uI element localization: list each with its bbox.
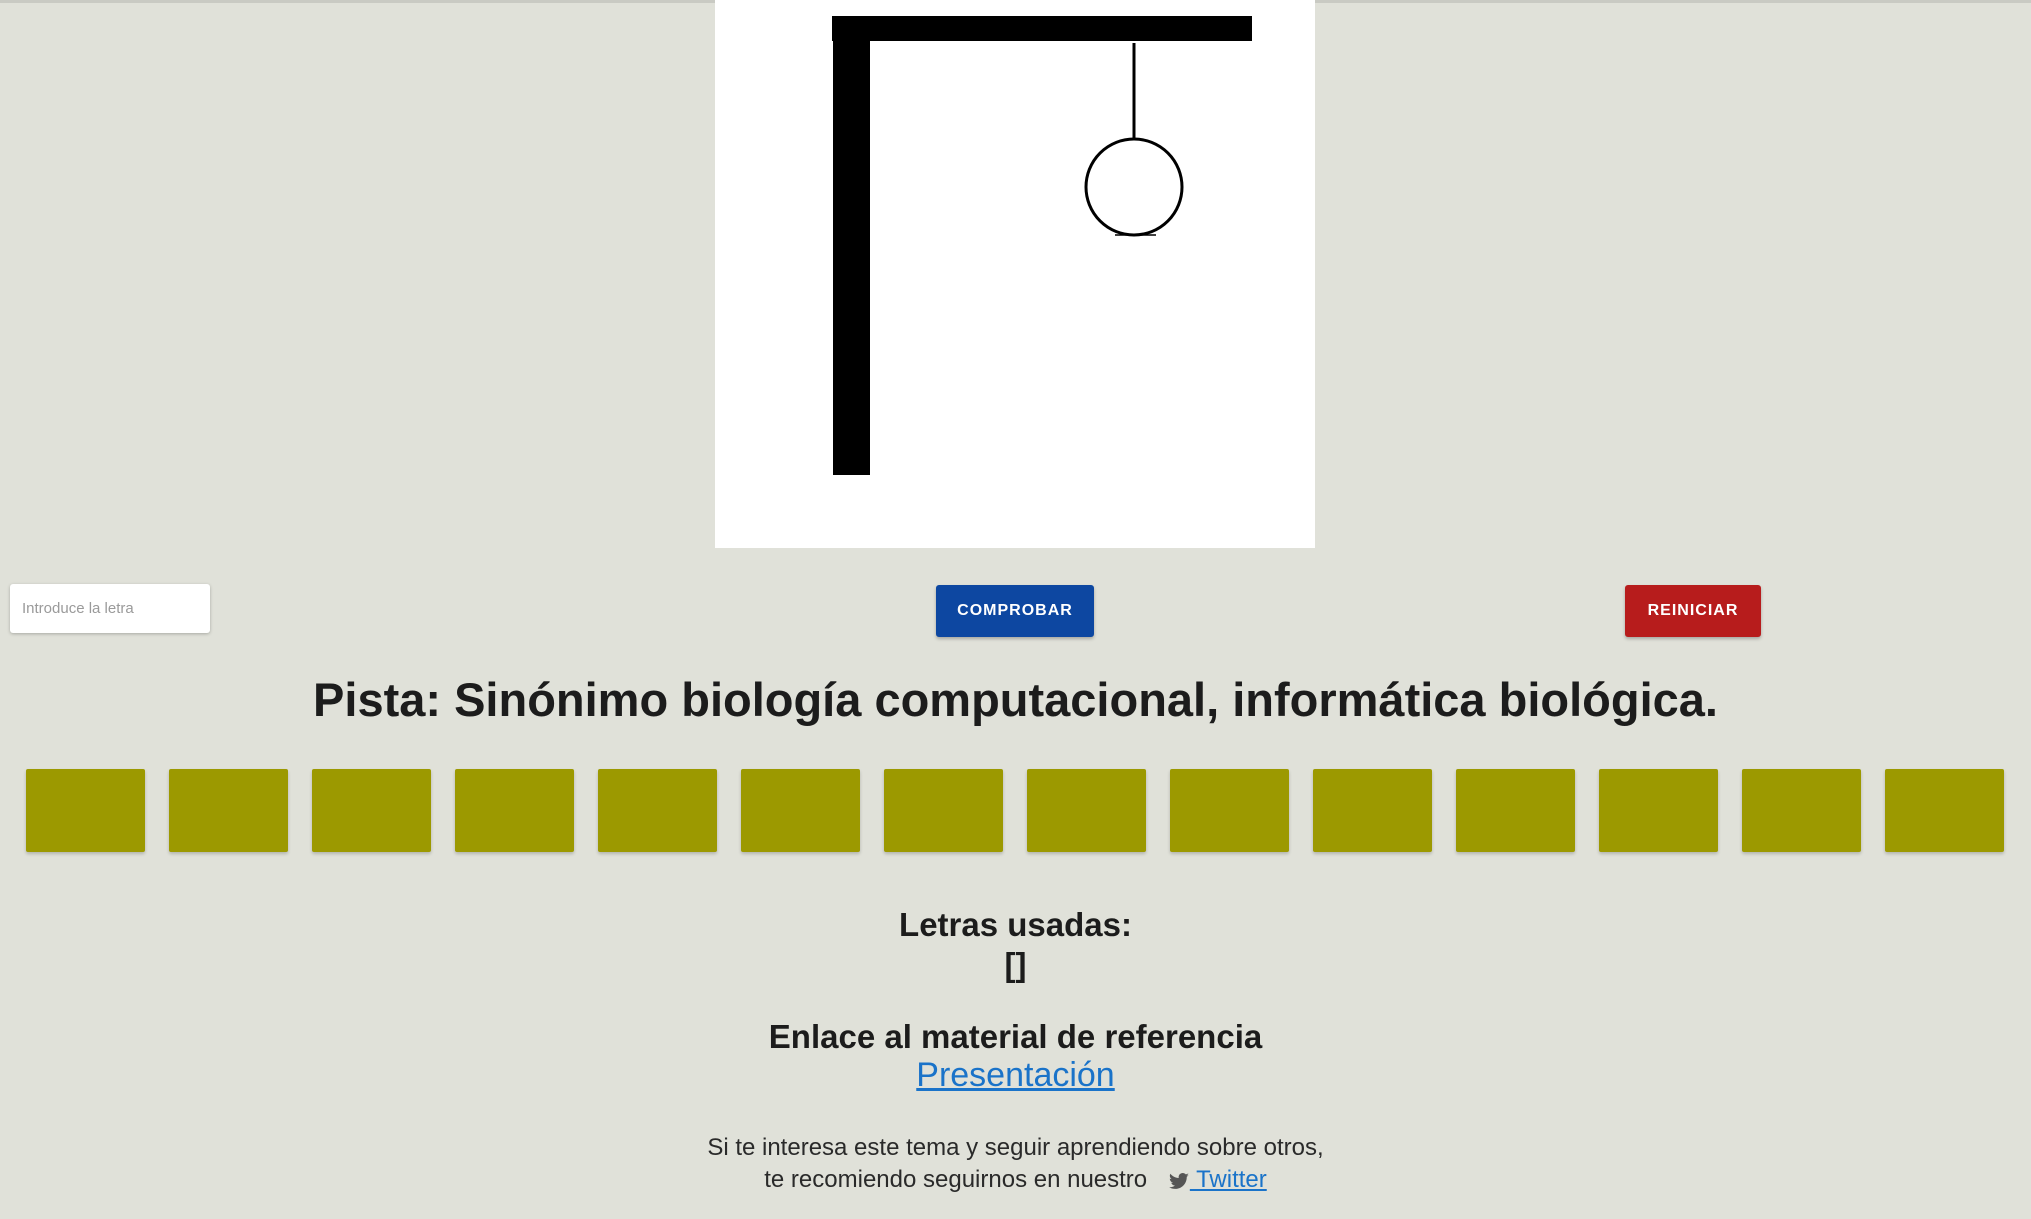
- twitter-link[interactable]: Twitter: [1190, 1166, 1267, 1193]
- twitter-icon: [1168, 1173, 1189, 1189]
- gallows-post: [833, 40, 870, 475]
- footer-line-2: te recomiendo seguirnos en nuestro Twitt…: [0, 1166, 2031, 1194]
- used-letters-title: Letras usadas:: [899, 906, 1132, 943]
- reference-link-row: Presentación: [0, 1056, 2031, 1095]
- word-tiles: [26, 769, 2006, 852]
- letter-input[interactable]: [10, 584, 210, 633]
- letter-tile: [1742, 769, 1861, 852]
- reference-title: Enlace al material de referencia: [768, 1018, 1263, 1055]
- letter-tile: [884, 769, 1003, 852]
- letter-tile: [1885, 769, 2004, 852]
- letter-tile: [741, 769, 860, 852]
- head: [1084, 137, 1184, 237]
- gallows-beam: [832, 16, 1252, 41]
- letter-tile: [1456, 769, 1575, 852]
- letter-tile: [169, 769, 288, 852]
- used-letters-value: []: [1004, 946, 1027, 983]
- hangman-game-page: COMPROBAR REINICIAR Pista: Sinónimo biol…: [0, 0, 2031, 1219]
- letter-tile: [312, 769, 431, 852]
- footer-line-2-text: te recomiendo seguirnos en nuestro: [764, 1166, 1148, 1193]
- reset-button[interactable]: REINICIAR: [1625, 585, 1761, 637]
- letter-tile: [1170, 769, 1289, 852]
- letter-tile: [598, 769, 717, 852]
- footer-line-1: Si te interesa este tema y seguir aprend…: [707, 1134, 1324, 1161]
- hint-text: Pista: Sinónimo biología computacional, …: [313, 673, 1718, 726]
- letter-tile: [1313, 769, 1432, 852]
- hangman-drawing: [832, 16, 1252, 475]
- letter-tile: [455, 769, 574, 852]
- letter-tile: [1599, 769, 1718, 852]
- check-button[interactable]: COMPROBAR: [936, 585, 1094, 637]
- letter-tile: [1027, 769, 1146, 852]
- letter-tile: [26, 769, 145, 852]
- presentation-link[interactable]: Presentación: [916, 1056, 1114, 1094]
- hangman-canvas: [715, 0, 1315, 548]
